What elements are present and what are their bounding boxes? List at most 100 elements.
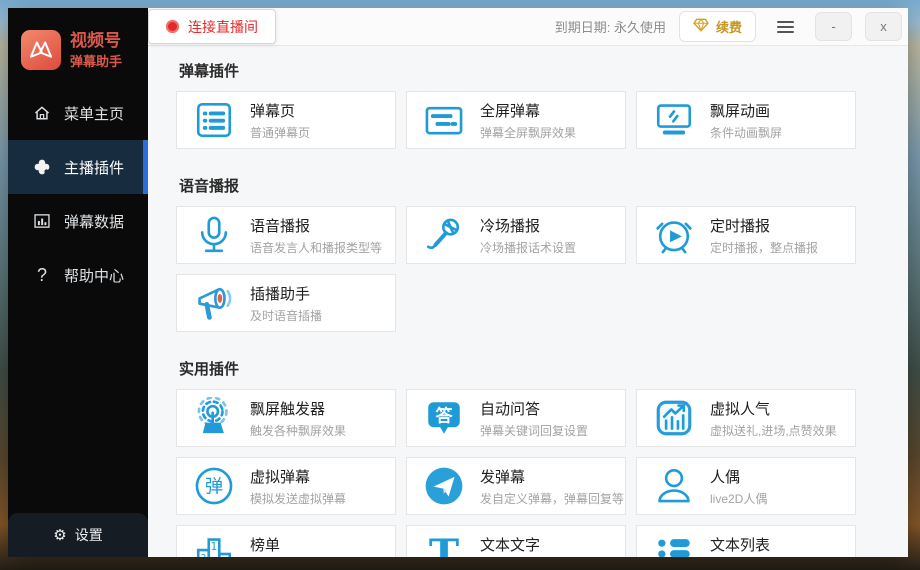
card-subtitle: 虚拟送礼,进场,点赞效果 <box>710 423 837 438</box>
card-subtitle: 模拟发送虚拟弹幕 <box>250 491 347 506</box>
plugin-card-timed-broadcast[interactable]: 定时播报定时播报，整点播报 <box>636 206 856 264</box>
card-title: 文本列表 <box>710 536 771 554</box>
sidebar-item-settings[interactable]: ⚙ 设置 <box>8 513 148 557</box>
card-subtitle: 冷场播报话术设置 <box>480 240 577 255</box>
sidebar-item-home[interactable]: 菜单主页 <box>8 86 148 140</box>
virtual-danmaku-icon: 弹 <box>192 464 236 508</box>
sidebar-item-plugins[interactable]: 主播插件 <box>8 140 148 195</box>
rank-3-glyph: 3 <box>222 557 228 558</box>
expiry-date-label: 到期日期: 永久使用 <box>554 20 666 35</box>
answer-glyph: 答 <box>435 405 453 426</box>
plugin-card-insert-broadcast[interactable]: 插播助手 及时语音插播 <box>176 274 396 332</box>
renew-button[interactable]: 续费 <box>678 11 756 42</box>
section-voice-broadcast: 语音播报 语音播报 语音发言人和播报类型等 冷场播报 冷场播报话术设置 定时播报… <box>176 175 908 342</box>
close-button[interactable]: x <box>865 12 902 41</box>
plugin-card-live2d-avatar[interactable]: 人偶 live2D人偶 <box>636 457 856 515</box>
megaphone-icon <box>192 281 236 325</box>
plugin-card-text-label[interactable]: T 文本文字各种文字，可装饰到直播间 <box>406 525 626 557</box>
plugin-card-danmaku-page[interactable]: 弹幕页 普通弹幕页 <box>176 91 396 149</box>
rank-2-glyph: 2 <box>201 553 207 557</box>
bar-chart-icon <box>32 212 52 230</box>
gold-diamond-icon <box>693 18 709 35</box>
section-title: 实用插件 <box>179 361 240 378</box>
question-icon: ? <box>36 264 47 285</box>
card-subtitle: live2D人偶 <box>710 491 768 506</box>
card-title: 自动问答 <box>480 400 541 418</box>
card-title: 飘屏触发器 <box>250 400 326 418</box>
main-area: 连接直播间 到期日期: 永久使用 续费 - x 弹幕插件 弹幕页 普通弹幕页 全… <box>148 8 908 557</box>
card-title: 全屏弹幕 <box>480 102 541 120</box>
text-list-icon <box>652 532 696 557</box>
text-letter-icon: T <box>422 532 466 557</box>
renew-button-label: 续费 <box>715 20 742 35</box>
plugin-card-float-trigger[interactable]: 飘屏触发器 触发各种飘屏效果 <box>176 389 396 447</box>
app-logo: 视频号 弹幕助手 <box>8 8 148 71</box>
float-animation-icon <box>652 98 696 142</box>
handheld-mic-icon <box>422 213 466 257</box>
card-subtitle: 弹幕全屏飘屏效果 <box>480 125 577 140</box>
sidebar-item-label: 弹幕数据 <box>64 213 125 231</box>
sidebar: 视频号 弹幕助手 菜单主页 主播插件 弹幕数据 ? 帮助中心 ⚙ 设置 <box>8 8 148 557</box>
card-title: 弹幕页 <box>250 102 296 120</box>
section-title: 语音播报 <box>179 178 240 195</box>
connect-live-room-button[interactable]: 连接直播间 <box>148 9 276 44</box>
avatar-person-icon <box>652 464 696 508</box>
danmaku-page-icon <box>192 98 236 142</box>
plugin-card-auto-qa[interactable]: 答 自动问答弹幕关键词回复设置 <box>406 389 626 447</box>
danmaku-glyph: 弹 <box>205 476 223 497</box>
card-title: 虚拟人气 <box>710 400 771 418</box>
plugin-card-float-animation[interactable]: 飘屏动画条件动画飘屏 <box>636 91 856 149</box>
plugin-card-text-list[interactable]: 文本列表可加到直播间 <box>636 525 856 557</box>
app-window: 视频号 弹幕助手 菜单主页 主播插件 弹幕数据 ? 帮助中心 ⚙ 设置 连接直播… <box>8 8 908 557</box>
active-indicator <box>143 140 148 195</box>
sidebar-item-danmaku-data[interactable]: 弹幕数据 <box>8 194 148 248</box>
plugin-card-virtual-danmaku[interactable]: 弹 虚拟弹幕模拟发送虚拟弹幕 <box>176 457 396 515</box>
fullscreen-danmaku-icon <box>422 98 466 142</box>
plugin-card-idle-broadcast[interactable]: 冷场播报冷场播报话术设置 <box>406 206 626 264</box>
alarm-clock-icon <box>652 213 696 257</box>
card-subtitle: 定时播报，整点播报 <box>710 240 819 255</box>
plugin-card-voice-broadcast[interactable]: 语音播报语音发言人和播报类型等 <box>176 206 396 264</box>
hamburger-menu-icon[interactable] <box>777 20 794 33</box>
plugins-content: 弹幕插件 弹幕页 普通弹幕页 全屏弹幕 弹幕全屏飘屏效果 飘屏动画 条件动画飘屏… <box>148 46 908 557</box>
card-subtitle: 条件动画飘屏 <box>710 125 783 140</box>
card-title: 文本文字 <box>480 536 541 554</box>
card-title: 飘屏动画 <box>710 102 771 120</box>
card-title: 发弹幕 <box>480 468 526 486</box>
card-title: 定时播报 <box>710 217 771 235</box>
plugin-card-ranking-list[interactable]: 123 榜单直播间排行榜单 <box>176 525 396 557</box>
trigger-touch-icon <box>192 396 236 440</box>
butterfly-logo-icon <box>21 30 61 71</box>
sidebar-item-help[interactable]: ? 帮助中心 <box>8 248 148 302</box>
sidebar-nav: 菜单主页 主播插件 弹幕数据 ? 帮助中心 <box>8 86 148 302</box>
card-title: 榜单 <box>250 536 281 554</box>
letter-t-glyph: T <box>429 533 459 557</box>
card-subtitle: 语音发言人和播报类型等 <box>250 240 383 255</box>
answer-bubble-icon: 答 <box>422 396 466 440</box>
titlebar: 连接直播间 到期日期: 永久使用 续费 - x <box>148 8 908 46</box>
connect-button-label: 连接直播间 <box>188 18 258 35</box>
send-danmaku-icon <box>422 464 466 508</box>
home-icon <box>32 104 52 122</box>
plugin-card-fullscreen-danmaku[interactable]: 全屏弹幕弹幕全屏飘屏效果 <box>406 91 626 149</box>
gear-icon: ⚙ <box>53 527 67 544</box>
card-subtitle: 弹幕关键词回复设置 <box>480 423 589 438</box>
card-title: 插播助手 <box>250 285 311 303</box>
ranking-podium-icon: 12 3 <box>192 532 236 557</box>
card-title: 语音播报 <box>250 217 311 235</box>
sidebar-item-label: 主播插件 <box>64 159 125 177</box>
popularity-chart-icon <box>652 396 696 440</box>
plugin-card-send-danmaku[interactable]: 发弹幕 发自定义弹幕，弹幕回复等 <box>406 457 626 515</box>
card-subtitle: 普通弹幕页 <box>250 125 311 140</box>
section-danmaku-plugins: 弹幕插件 弹幕页 普通弹幕页 全屏弹幕 弹幕全屏飘屏效果 飘屏动画 条件动画飘屏 <box>176 60 908 159</box>
plugin-card-virtual-popularity[interactable]: 虚拟人气虚拟送礼,进场,点赞效果 <box>636 389 856 447</box>
app-title: 视频号 <box>70 31 121 50</box>
microphone-icon <box>192 213 236 257</box>
card-title: 虚拟弹幕 <box>250 468 311 486</box>
section-title: 弹幕插件 <box>179 63 240 80</box>
minimize-button[interactable]: - <box>815 12 852 41</box>
puzzle-icon <box>32 158 52 176</box>
card-title: 冷场播报 <box>480 217 541 235</box>
rank-1-glyph: 1 <box>211 541 218 553</box>
sidebar-item-label: 菜单主页 <box>64 105 125 123</box>
